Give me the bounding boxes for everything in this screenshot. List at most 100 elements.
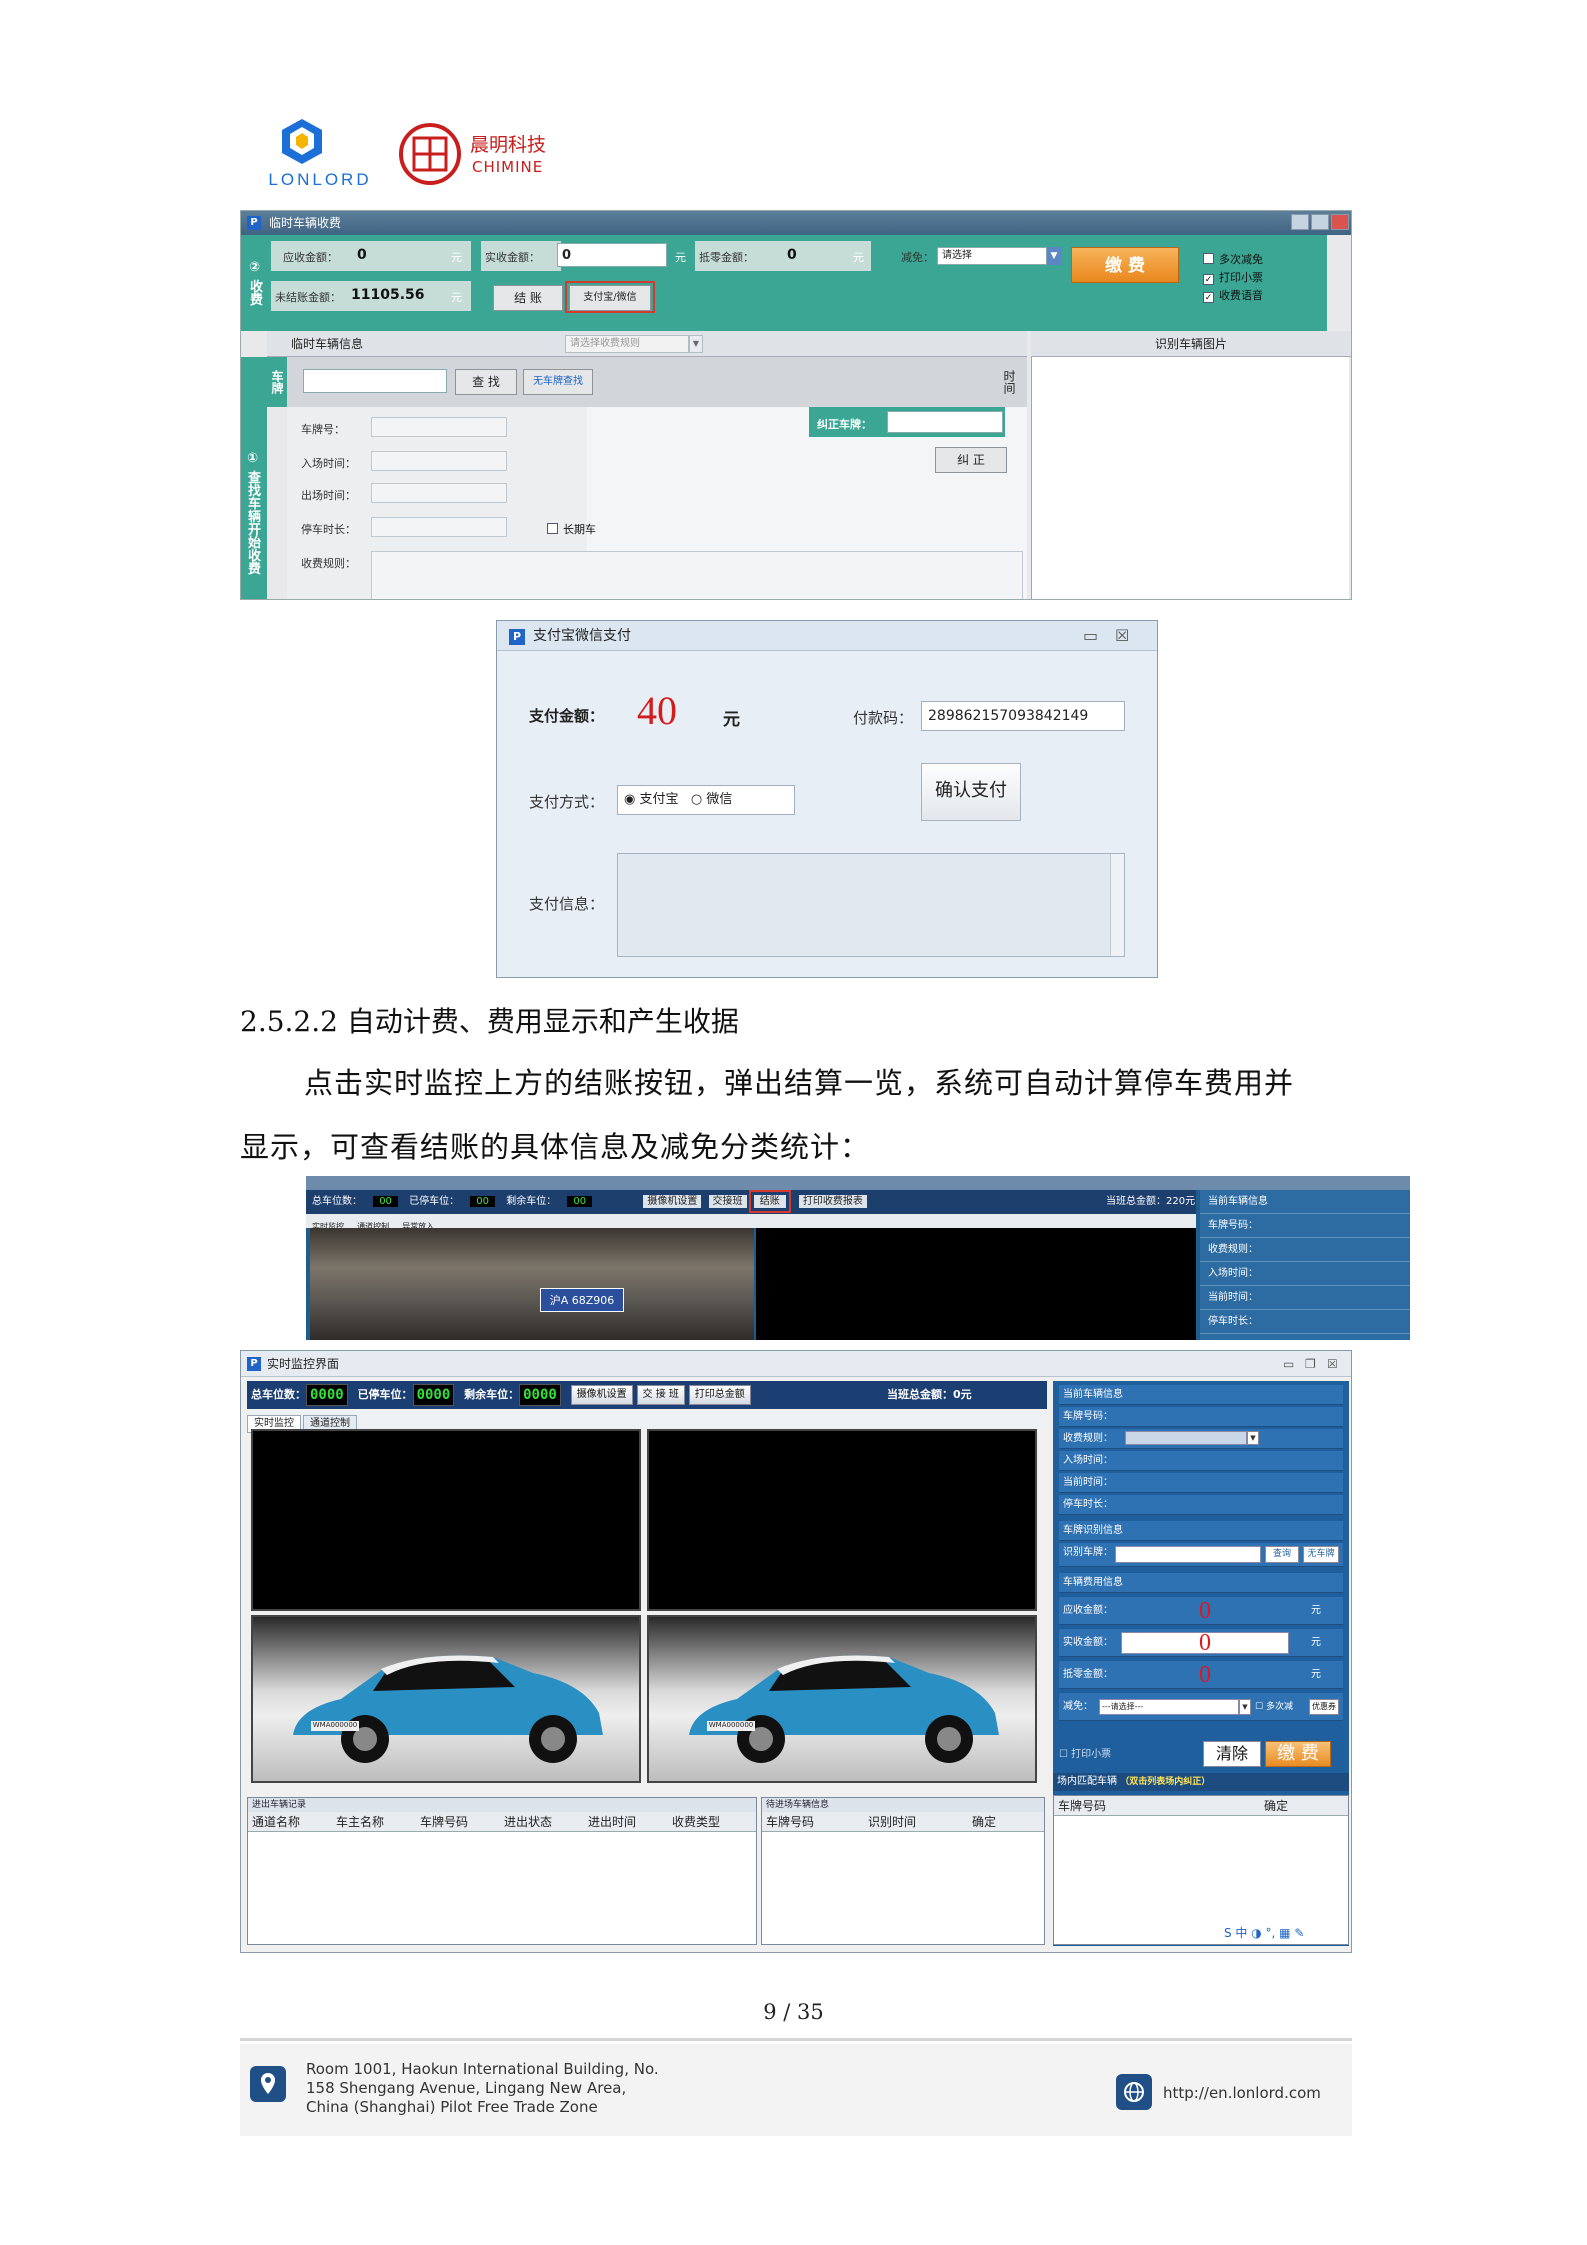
- col-confirm: 确定: [972, 1815, 997, 1829]
- receivable-value: 0: [1199, 1598, 1211, 1624]
- pay-button[interactable]: 缴 费: [1071, 247, 1179, 283]
- pay-code-input[interactable]: 289862157093842149: [921, 701, 1125, 731]
- duration-field[interactable]: [371, 517, 507, 537]
- no-plate-search-button[interactable]: 无车牌查找: [523, 369, 593, 395]
- voice-check[interactable]: ✓ 收费语音: [1203, 287, 1263, 303]
- minimize-icon[interactable]: [1291, 214, 1309, 230]
- app-p-icon: P: [247, 1357, 261, 1371]
- camera-screen-1: [251, 1429, 641, 1611]
- unit-yuan: 元: [451, 291, 462, 304]
- fee-rule-field[interactable]: [371, 551, 1023, 599]
- pay-info-label: 支付信息：: [529, 895, 605, 913]
- unit-yuan: 元: [853, 251, 864, 264]
- minimize-icon[interactable]: ▭: [1083, 621, 1098, 651]
- print-report-button[interactable]: 打印收费报表: [798, 1195, 867, 1208]
- correct-plate-input[interactable]: [887, 411, 1003, 433]
- window-titlebar: P 实时监控界面 ▭ ❐ ☒: [241, 1351, 1351, 1377]
- entry-time-field[interactable]: [371, 451, 507, 471]
- plate-field[interactable]: [371, 417, 507, 437]
- plate-search-input[interactable]: [303, 369, 447, 393]
- camera-settings-button[interactable]: 摄像机设置: [643, 1195, 702, 1208]
- pay-button[interactable]: 缴 费: [1265, 1741, 1331, 1767]
- car-image-1: WMA000000: [251, 1615, 641, 1783]
- paragraph-line-2: 显示，可查看结账的具体信息及减免分类统计：: [240, 1130, 871, 1164]
- ime-toolbar[interactable]: S 中 ◑ °, ▦ ✎: [1224, 1924, 1304, 1941]
- close-icon[interactable]: [1331, 214, 1349, 230]
- dialog-title: 支付宝微信支付: [533, 628, 631, 644]
- correct-button[interactable]: 纠 正: [935, 447, 1007, 473]
- radio-alipay[interactable]: ◉ 支付宝: [624, 792, 679, 807]
- footer-url-link[interactable]: http://en.lonlord.com: [1163, 2084, 1321, 2102]
- no-plate-button[interactable]: 无车牌: [1303, 1546, 1339, 1563]
- col-fee-type: 收费类型: [672, 1815, 721, 1829]
- radio-wechat[interactable]: ○ 微信: [691, 792, 733, 807]
- col-status: 进出状态: [504, 1815, 553, 1829]
- print-total-button[interactable]: 打印总金额: [688, 1385, 751, 1405]
- reduce-select[interactable]: 请选择: [937, 247, 1047, 265]
- long-term-check[interactable]: 长期车: [547, 521, 596, 537]
- actual-row: 实收金额： 0 元: [1059, 1629, 1343, 1657]
- panel-plate-row: 车牌号码：: [1200, 1214, 1410, 1238]
- close-icon[interactable]: ☒: [1115, 621, 1129, 651]
- chevron-down-icon[interactable]: ▼: [1247, 1431, 1259, 1445]
- chevron-down-icon[interactable]: ▼: [1047, 247, 1061, 265]
- multi-reduce-check[interactable]: 多次减免: [1203, 251, 1263, 267]
- waiting-vehicles-table: 待进场车辆信息 车牌号码 识别时间 确定: [761, 1797, 1045, 1945]
- unit-yuan: 元: [1311, 1669, 1321, 1680]
- shift-total-amount: 当班总金额：220元: [1106, 1196, 1196, 1207]
- fee-rule-select[interactable]: 请选择收费规则: [565, 335, 689, 353]
- window-titlebar: P 临时车辆收费: [241, 211, 1351, 235]
- exit-time-field[interactable]: [371, 483, 507, 503]
- entry-row: 入场时间：: [1059, 1451, 1343, 1471]
- chimine-cn-text: 晨明科技: [470, 134, 547, 156]
- vehicle-image-section: 识别车辆图片: [1031, 331, 1351, 357]
- used-spaces-label: 已停车位：: [409, 1196, 460, 1207]
- multi-reduce-check[interactable]: ☐ 多次减: [1255, 1693, 1293, 1721]
- search-button[interactable]: 查 找: [455, 369, 517, 395]
- camera-feed-black: [756, 1228, 1196, 1340]
- coupon-button[interactable]: 优惠券: [1309, 1699, 1339, 1715]
- col-owner: 车主名称: [336, 1815, 385, 1829]
- panel-rule-row: 收费规则：: [1200, 1238, 1410, 1262]
- checkout-button[interactable]: 结账: [748, 1190, 791, 1213]
- maximize-icon[interactable]: [1311, 214, 1329, 230]
- fee-rule-select[interactable]: [1125, 1431, 1247, 1445]
- car-plate-text: WMA000000: [708, 1721, 754, 1729]
- app-p-icon: P: [247, 216, 261, 230]
- print-ticket-check[interactable]: ✓ 打印小票: [1203, 269, 1263, 285]
- unsettled-value: 11105.56: [351, 287, 425, 303]
- col-plate: 车牌号码: [1058, 1799, 1107, 1813]
- recog-plate-input[interactable]: [1115, 1546, 1261, 1563]
- address-line-1: Room 1001, Haokun International Building…: [306, 2060, 659, 2078]
- current-vehicle-panel: 当前车辆信息 车牌号码： 收费规则： 入场时间： 当前时间： 停车时长：: [1200, 1190, 1410, 1340]
- reduce-select[interactable]: ---请选择---: [1099, 1699, 1239, 1715]
- in-out-caption: 进出车辆记录: [248, 1798, 756, 1812]
- chevron-down-icon[interactable]: ▼: [689, 335, 703, 353]
- close-icon[interactable]: ☒: [1327, 1351, 1338, 1377]
- matched-header: 车牌号码 确定: [1054, 1796, 1348, 1816]
- shift-button[interactable]: 交 接 班: [636, 1385, 685, 1405]
- now-row: 当前时间：: [1059, 1473, 1343, 1493]
- settle-button[interactable]: 结 账: [493, 285, 563, 311]
- in-out-records-table: 进出车辆记录 通道名称 车主名称 车牌号码 进出状态 进出时间 收费类型: [247, 1797, 757, 1945]
- window-title: 实时监控界面: [267, 1357, 340, 1371]
- field-fee-rule-label: 收费规则：: [301, 557, 356, 570]
- actual-amount-input[interactable]: 0: [557, 243, 667, 267]
- alipay-wechat-button[interactable]: 支付宝/微信: [569, 285, 651, 311]
- clear-button[interactable]: 清除: [1203, 1741, 1261, 1767]
- minimize-icon[interactable]: ▭: [1283, 1351, 1294, 1377]
- chevron-down-icon[interactable]: ▼: [1239, 1699, 1251, 1715]
- section-heading: 2.5.2.2 自动计费、费用显示和产生收据: [240, 1005, 739, 1038]
- print-ticket-check[interactable]: ☐ 打印小票: [1059, 1745, 1111, 1760]
- confirm-pay-button[interactable]: 确认支付: [921, 763, 1021, 821]
- realtime-monitor-screenshot: P 实时监控界面 ▭ ❐ ☒ 总车位数： 0000 已停车位： 0000 剩余车位：…: [240, 1350, 1352, 1953]
- pay-info-textarea[interactable]: [617, 853, 1125, 957]
- matched-vehicles-table: 车牌号码 确定 S 中 ◑ °, ▦ ✎: [1053, 1795, 1349, 1945]
- panel-now-row: 当前时间：: [1200, 1286, 1410, 1310]
- restore-icon[interactable]: ❐: [1305, 1351, 1316, 1377]
- camera-settings-button[interactable]: 摄像机设置: [570, 1385, 633, 1405]
- waiting-caption: 待进场车辆信息: [762, 1798, 1044, 1812]
- col-time: 进出时间: [588, 1815, 637, 1829]
- query-button[interactable]: 查询: [1265, 1546, 1299, 1563]
- shift-button[interactable]: 交接班: [708, 1195, 747, 1208]
